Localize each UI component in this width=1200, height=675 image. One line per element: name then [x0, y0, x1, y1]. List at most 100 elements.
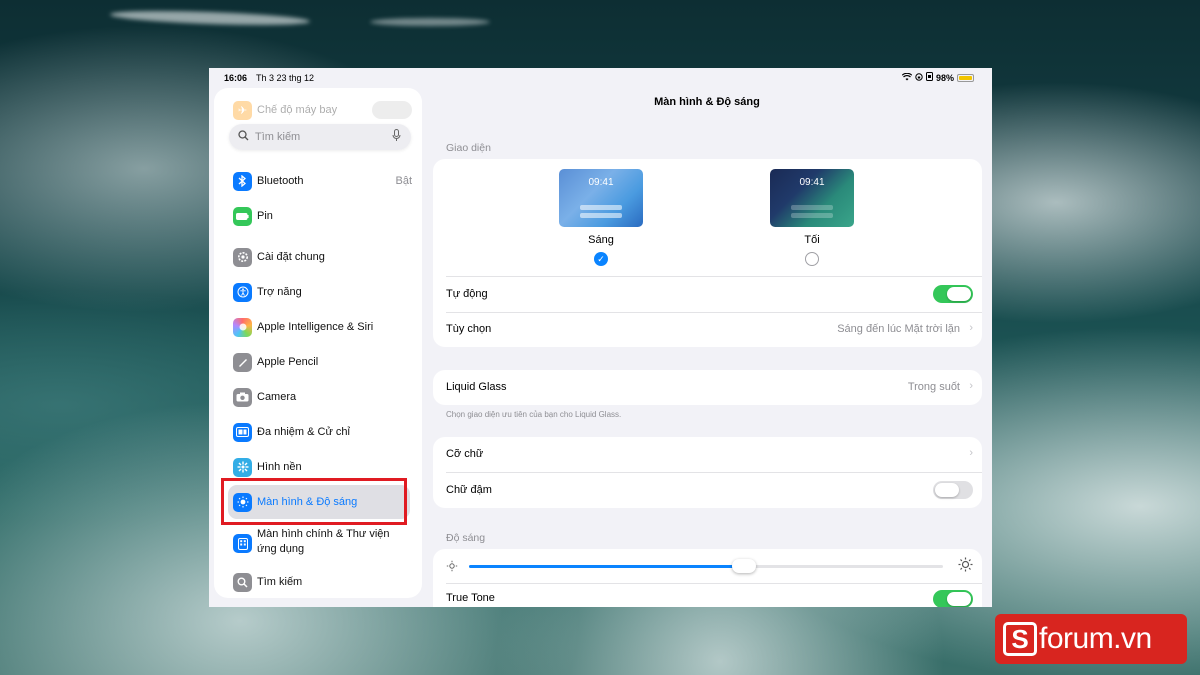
- homescreen-icon: [233, 534, 252, 553]
- brightness-slider[interactable]: [469, 559, 943, 573]
- light-mode-radio[interactable]: ✓: [594, 252, 608, 266]
- status-icons: 98%: [901, 72, 974, 83]
- section-header-appearance: Giao diện: [446, 142, 491, 154]
- sidebar-item-label: Trợ năng: [257, 286, 302, 298]
- sun-small-icon: [446, 559, 458, 577]
- liquid-glass-footer: Chọn giao diện ưu tiên của bạn cho Liqui…: [446, 410, 622, 419]
- chevron-right-icon: ›: [969, 447, 973, 459]
- page-title: Màn hình & Độ sáng: [654, 96, 760, 108]
- logo-text: forum.vn: [1039, 622, 1152, 655]
- battery-percent: 98%: [935, 72, 954, 83]
- liquid-glass-card: Liquid Glass Trong suốt ›: [433, 370, 982, 405]
- preview-widget: [791, 213, 833, 218]
- search-icon: [238, 130, 249, 144]
- text-size-row[interactable]: Cỡ chữ ›: [433, 437, 982, 472]
- auto-row: Tự động: [433, 277, 982, 312]
- dark-mode-preview[interactable]: 09:41: [770, 169, 854, 227]
- wallpaper-icon: [233, 457, 252, 477]
- sidebar-item-value: Bật: [395, 175, 412, 187]
- sidebar-item-home-screen[interactable]: Màn hình chính & Thư viện ứng dụng: [214, 526, 422, 560]
- text-card: Cỡ chữ › Chữ đậm: [433, 437, 982, 508]
- options-label: Tùy chọn: [446, 323, 492, 335]
- sidebar-item-camera[interactable]: Camera: [214, 387, 422, 407]
- light-mode-label: Sáng: [588, 234, 614, 246]
- sidebar-item-label: Pin: [257, 210, 273, 222]
- status-time: 16:06: [224, 73, 248, 83]
- sidebar-item-label: Bluetooth: [257, 175, 304, 187]
- bold-text-toggle[interactable]: [933, 481, 973, 499]
- search-placeholder: Tìm kiếm: [255, 131, 301, 143]
- sidebar-item-label: Apple Pencil: [257, 356, 319, 368]
- liquid-glass-label: Liquid Glass: [446, 381, 507, 393]
- preview-widget: [791, 205, 833, 210]
- gear-icon: [233, 247, 252, 267]
- battery-icon: [957, 73, 974, 82]
- camera-icon: [233, 387, 252, 407]
- microphone-icon[interactable]: [392, 129, 401, 145]
- airplane-toggle[interactable]: [372, 101, 412, 119]
- wifi-icon: [901, 72, 913, 83]
- sidebar-item-label: Đa nhiệm & Cử chỉ: [257, 426, 350, 438]
- multitasking-icon: [233, 422, 252, 442]
- light-mode-preview[interactable]: 09:41: [559, 169, 643, 227]
- liquid-glass-value: Trong suốt: [907, 381, 960, 393]
- wave-foam: [109, 8, 311, 28]
- status-date: Th 3 23 thg 12: [256, 73, 315, 83]
- brightness-slider-fill: [469, 565, 744, 568]
- highlight-annotation: [221, 478, 407, 525]
- wave-foam: [370, 18, 490, 26]
- bold-text-label: Chữ đậm: [446, 484, 492, 496]
- sidebar-item-pencil[interactable]: Apple Pencil: [214, 352, 422, 372]
- sidebar-item-battery[interactable]: Pin: [214, 206, 422, 226]
- true-tone-label: True Tone: [446, 592, 495, 604]
- sidebar-item-label: Hình nền: [257, 461, 302, 473]
- accessibility-icon: [233, 282, 252, 302]
- sidebar-item-bluetooth[interactable]: Bluetooth Bật: [214, 171, 422, 191]
- preview-widget: [580, 205, 622, 210]
- sidebar-item-airplane[interactable]: ✈ Chế độ máy bay: [214, 100, 422, 120]
- sidebar-item-label-line2: ứng dụng: [257, 543, 305, 555]
- options-value: Sáng đến lúc Mặt trời lặn: [837, 323, 960, 335]
- chevron-right-icon: ›: [969, 322, 973, 334]
- sidebar-item-label: Cài đặt chung: [257, 251, 325, 263]
- checkmark-icon: ✓: [597, 253, 605, 264]
- status-bar: 16:06 Th 3 23 thg 12 98%: [209, 68, 992, 86]
- sidebar-item-label: Chế độ máy bay: [257, 104, 338, 116]
- sidebar-item-search[interactable]: Tìm kiếm: [214, 572, 422, 592]
- liquid-glass-row[interactable]: Liquid Glass Trong suốt ›: [433, 370, 982, 405]
- airplane-icon: ✈: [233, 100, 252, 120]
- preview-widget: [580, 213, 622, 218]
- sidebar-item-label: Apple Intelligence & Siri: [257, 321, 374, 333]
- sidebar-item-multitasking[interactable]: Đa nhiệm & Cử chỉ: [214, 422, 422, 442]
- sidebar-item-label: Tìm kiếm: [257, 576, 303, 588]
- sim-icon: [925, 72, 933, 83]
- sidebar-item-label: Camera: [257, 391, 297, 403]
- chevron-right-icon: ›: [969, 380, 973, 392]
- preview-time: 09:41: [799, 177, 825, 188]
- sidebar-item-siri[interactable]: Apple Intelligence & Siri: [214, 317, 422, 337]
- auto-toggle[interactable]: [933, 285, 973, 303]
- sforum-logo: S forum.vn: [995, 614, 1187, 664]
- options-row[interactable]: Tùy chọn Sáng đến lúc Mặt trời lặn ›: [433, 312, 982, 347]
- sidebar-item-general[interactable]: Cài đặt chung: [214, 247, 422, 267]
- brightness-slider-handle[interactable]: [731, 559, 756, 573]
- pencil-icon: [233, 352, 252, 372]
- bold-text-row: Chữ đậm: [433, 473, 982, 508]
- logo-mark: S: [1003, 622, 1037, 656]
- auto-label: Tự động: [446, 288, 488, 300]
- preview-time: 09:41: [588, 177, 614, 188]
- sidebar-item-accessibility[interactable]: Trợ năng: [214, 282, 422, 302]
- section-header-brightness: Độ sáng: [446, 532, 486, 544]
- bluetooth-icon: [233, 171, 252, 191]
- sidebar-item-wallpaper[interactable]: Hình nền: [214, 457, 422, 477]
- lock-rotation-icon: [915, 72, 923, 83]
- brightness-card: True Tone: [433, 549, 982, 607]
- appearance-card: 09:41 Sáng ✓ 09:41 Tối Tự động Tùy chọn …: [433, 159, 982, 347]
- sidebar-item-label: Màn hình chính & Thư viện: [257, 528, 390, 540]
- battery-icon: [233, 206, 252, 226]
- ipad-screen: 16:06 Th 3 23 thg 12 98% ✈ Chế độ máy ba…: [209, 68, 992, 607]
- search-input[interactable]: Tìm kiếm: [229, 124, 411, 150]
- true-tone-toggle[interactable]: [933, 590, 973, 607]
- sun-large-icon: [958, 557, 973, 577]
- dark-mode-radio[interactable]: [805, 252, 819, 266]
